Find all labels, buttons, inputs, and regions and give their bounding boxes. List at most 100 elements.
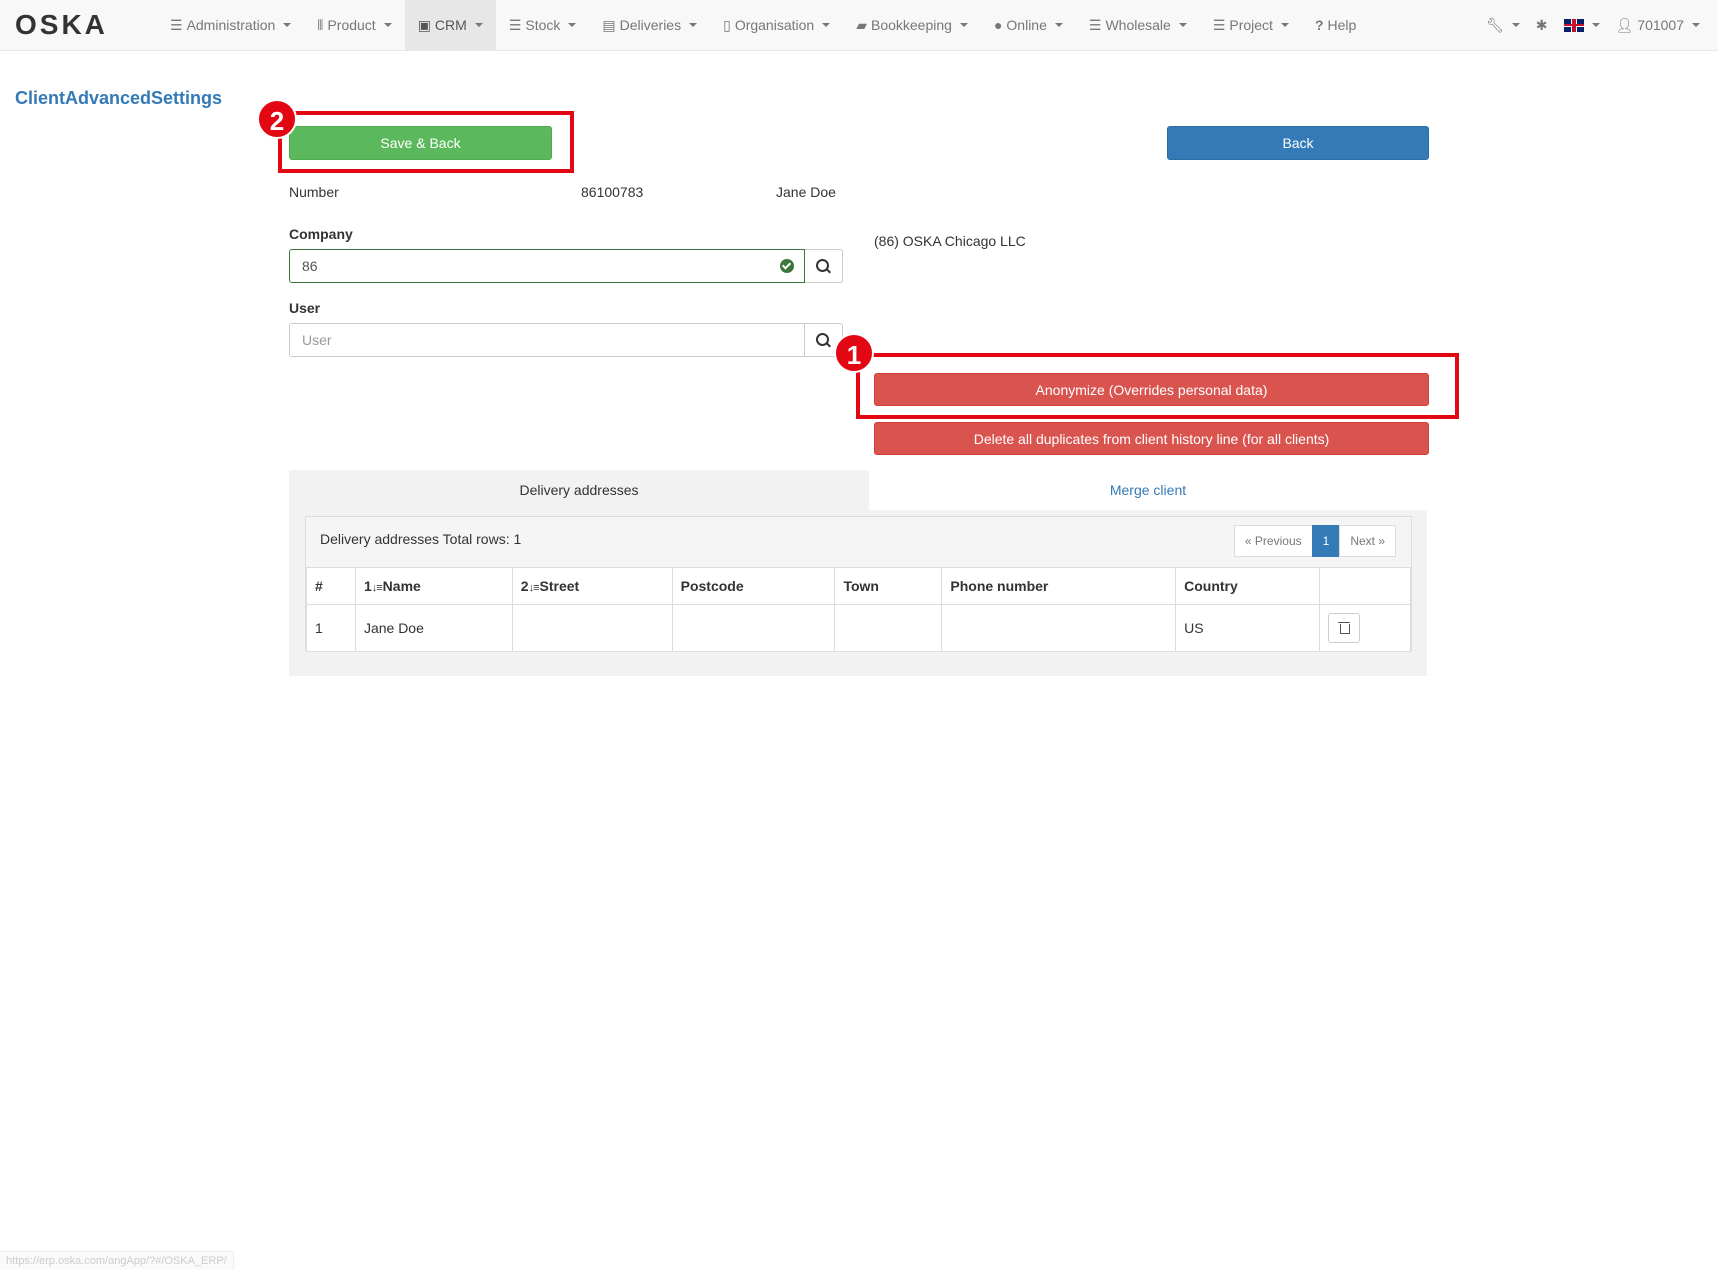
trash-icon (1337, 622, 1350, 623)
user-icon: 👤︎ (1615, 17, 1634, 33)
col-country[interactable]: Country (1175, 567, 1320, 605)
col-name[interactable]: 1↓≡Name (354, 567, 513, 605)
col-phone[interactable]: Phone number (941, 567, 1177, 605)
menu-label: Stock (525, 17, 561, 33)
building-icon: ▯ (723, 17, 731, 33)
contact-card-icon: ▣ (417, 17, 431, 33)
list-icon: ☰ (1088, 17, 1102, 33)
user-input[interactable]: User (289, 323, 805, 357)
back-button[interactable]: Back (1167, 126, 1429, 160)
menu-bookkeeping[interactable]: ▰ Bookkeeping (843, 0, 981, 50)
barcode-icon: ⦀ (317, 17, 324, 33)
cell-name: Jane Doe (354, 604, 513, 652)
menu-help[interactable]: ? Help (1302, 0, 1369, 50)
menu-organisation[interactable]: ▯ Organisation (710, 0, 843, 50)
col-actions (1318, 567, 1412, 605)
client-name: Jane Doe (776, 184, 836, 200)
step-marker-2: 2 (257, 99, 297, 139)
company-input-value: 86 (302, 258, 318, 274)
bug-report-button[interactable]: ✱ (1528, 0, 1556, 50)
menu-stock[interactable]: ☰ Stock (496, 0, 590, 50)
search-icon (816, 259, 829, 272)
menu-label: Deliveries (619, 17, 682, 33)
menu-label: CRM (434, 17, 467, 33)
col-number: # (306, 567, 356, 605)
question-icon: ? (1314, 17, 1324, 33)
delivery-addresses-panel: Delivery addresses Total rows: 1 « Previ… (305, 516, 1412, 652)
list-icon: ☰ (170, 17, 183, 33)
pager-previous[interactable]: « Previous (1233, 525, 1313, 557)
menu-label: Bookkeeping (870, 17, 952, 33)
col-street[interactable]: 2↓≡Street (511, 567, 673, 605)
user-label: User (289, 300, 321, 316)
search-icon (816, 333, 829, 346)
company-input[interactable]: 86 (289, 249, 805, 283)
check-circle-icon (780, 259, 794, 273)
caret-down-icon (1692, 23, 1700, 27)
top-navbar: OSKA ☰ Administration ⦀ Product ▣ CRM ☰ … (0, 0, 1718, 51)
table-row[interactable]: 1 Jane Doe US (306, 604, 1412, 652)
pager-next[interactable]: Next » (1339, 525, 1396, 557)
cell-street (511, 604, 673, 652)
tab-delivery-addresses[interactable]: Delivery addresses (289, 470, 869, 510)
delete-duplicates-button[interactable]: Delete all duplicates from client histor… (874, 422, 1429, 455)
menu-label: Product (327, 17, 376, 33)
col-postcode[interactable]: Postcode (671, 567, 836, 605)
sort-order: 2 (520, 578, 529, 594)
language-menu[interactable] (1556, 0, 1608, 50)
menu-administration[interactable]: ☰ Administration (157, 0, 304, 50)
bug-icon: ✱ (1535, 17, 1548, 33)
tab-merge-client[interactable]: Merge client (869, 470, 1427, 510)
tools-menu[interactable]: 🔧︎ (1478, 0, 1528, 50)
caret-down-icon (474, 23, 483, 27)
sort-asc-icon: ↓≡ (528, 582, 540, 594)
caret-down-icon (1591, 23, 1600, 27)
menu-label: Help (1327, 17, 1357, 33)
tab-strip: Delivery addresses Merge client (289, 470, 1427, 510)
highlight-box-1 (856, 353, 1459, 419)
cell-actions (1318, 604, 1412, 652)
status-bar-url: https://erp.oska.com/angApp/?#/OSKA_ERP/ (0, 1251, 234, 1270)
table-caption: Delivery addresses Total rows: 1 (320, 531, 522, 547)
cell-postcode (671, 604, 836, 652)
cell-country: US (1175, 604, 1320, 652)
menu-online[interactable]: ● Online (981, 0, 1076, 50)
menu-label: Organisation (734, 17, 815, 33)
menu-project[interactable]: ☰ Project (1200, 0, 1302, 50)
box-icon: ▤ (602, 17, 616, 33)
delivery-addresses-table: # 1↓≡Name 2↓≡Street Postcode Town Phone … (306, 567, 1412, 652)
caret-down-icon (1280, 23, 1289, 27)
cell-number: 1 (306, 604, 356, 652)
list-icon: ☰ (508, 17, 522, 33)
pager-page-1[interactable]: 1 (1311, 525, 1341, 557)
brand-logo[interactable]: OSKA (15, 9, 108, 41)
wrench-icon: 🔧︎ (1485, 17, 1504, 33)
menu-deliveries[interactable]: ▤ Deliveries (589, 0, 710, 50)
user-menu[interactable]: 👤︎ 701007 (1608, 0, 1709, 50)
caret-down-icon (283, 23, 292, 27)
caret-down-icon (1511, 23, 1520, 27)
book-icon: ▰ (856, 17, 867, 33)
page-title: ClientAdvancedSettings (15, 88, 223, 108)
pagination: « Previous 1 Next » (1233, 525, 1396, 557)
menu-product[interactable]: ⦀ Product (304, 0, 404, 50)
menu-wholesale[interactable]: ☰ Wholesale (1076, 0, 1200, 50)
caret-down-icon (959, 23, 968, 27)
list-icon: ☰ (1212, 17, 1226, 33)
caret-down-icon (383, 23, 392, 27)
col-town[interactable]: Town (834, 567, 943, 605)
sort-order: 1 (363, 578, 372, 594)
delete-row-button[interactable] (1327, 613, 1360, 643)
user-input-placeholder: User (302, 332, 332, 348)
company-display-name: (86) OSKA Chicago LLC (874, 233, 1026, 249)
user-id: 701007 (1637, 17, 1684, 33)
trash-icon (1339, 624, 1350, 634)
menu-label: Online (1006, 17, 1047, 33)
caret-down-icon (822, 23, 831, 27)
caret-down-icon (568, 23, 577, 27)
number-label: Number (289, 184, 339, 200)
sort-asc-icon: ↓≡ (371, 582, 383, 594)
menu-crm[interactable]: ▣ CRM (404, 0, 496, 50)
menu-label: Wholesale (1105, 17, 1171, 33)
company-search-button[interactable] (805, 249, 843, 283)
